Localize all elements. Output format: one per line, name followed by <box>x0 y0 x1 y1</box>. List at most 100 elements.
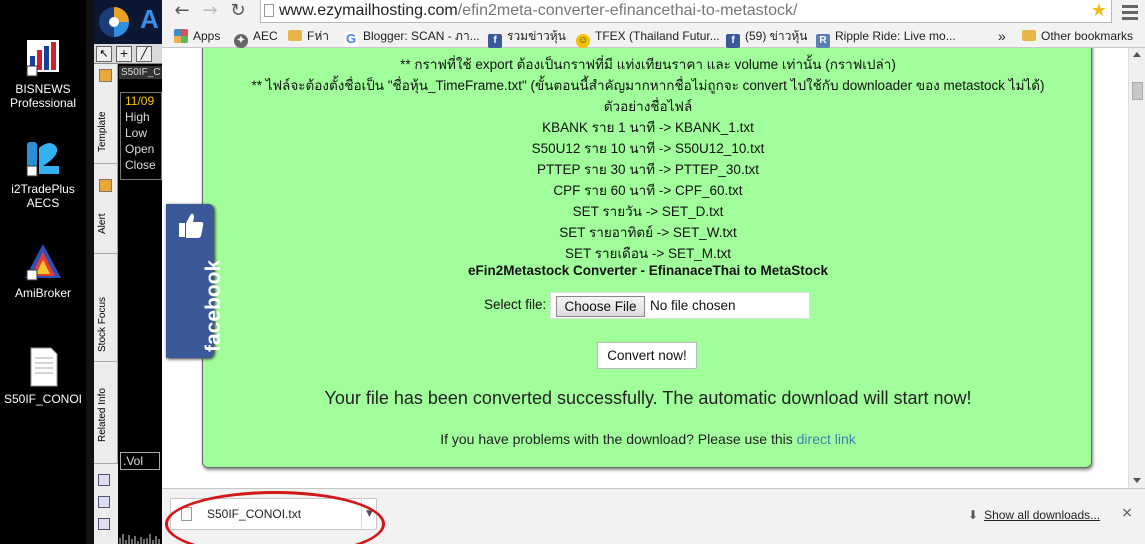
converter-heading: eFin2Metastock Converter - EfinanaceThai… <box>467 263 829 278</box>
bookmark-label: AEC <box>253 29 278 43</box>
volume-bars <box>119 534 160 544</box>
menu-icon[interactable] <box>1120 2 1140 22</box>
desktop-icon-label: BISNEWS <box>15 82 71 96</box>
desktop-icon-label: AECS <box>26 196 60 210</box>
file-icon <box>181 507 192 521</box>
alert-icon <box>99 179 112 192</box>
download-filename: S50IF_CONOI.txt <box>207 507 302 521</box>
bookmark-label: รวมข่าวหุ้น <box>507 29 566 43</box>
folder-icon <box>288 30 302 41</box>
desktop-icon-label: S50IF_CONOI <box>3 392 83 406</box>
smiley-icon: ☺ <box>576 34 590 48</box>
desktop-icon-i2tradeplus[interactable]: i2TradePlus AECS <box>0 136 86 210</box>
bookmark-label: Apps <box>193 29 221 43</box>
tab-related-info[interactable]: Related Info <box>94 364 118 464</box>
bookmark-apps[interactable]: Apps <box>174 28 220 44</box>
chart-tab[interactable]: S50IF_C <box>119 66 162 79</box>
show-all-downloads-link[interactable]: ⬇ Show all downloads... <box>968 508 1100 522</box>
bookmarks-overflow[interactable]: » <box>998 28 1006 44</box>
bookmark-ripple[interactable]: R Ripple Ride: Live mo... <box>816 28 956 48</box>
download-item[interactable]: S50IF_CONOI.txt ▼ <box>165 491 385 544</box>
bookmark-fb-59[interactable]: f (59) ข่าวหุ้น <box>726 28 808 48</box>
app-logo: A <box>94 0 162 44</box>
scroll-thumb[interactable] <box>1132 82 1143 100</box>
desktop-icon-label: AmiBroker <box>14 286 71 300</box>
forward-icon[interactable]: → <box>198 0 222 22</box>
browser-window: ← → ↻ www.ezymailhosting.com/efin2meta-c… <box>162 0 1145 544</box>
success-message: Your file has been converted successfull… <box>324 388 972 408</box>
converter-panel: ** กราฟที่ใช้ export ต้องเป็นกราฟที่มี แ… <box>202 48 1092 468</box>
bookmark-other[interactable]: Other bookmarks <box>1022 28 1133 44</box>
tab-label: Stock Focus <box>97 296 108 352</box>
close-icon[interactable]: × <box>1119 505 1135 521</box>
bookmark-label: Other bookmarks <box>1041 29 1134 43</box>
convert-button[interactable]: Convert now! <box>597 342 697 369</box>
bookmarks-bar: Apps ✦ AEC Fห่า G Blogger: SCAN - ภา... fร… <box>162 24 1145 48</box>
desktop-icon-label: Professional <box>9 96 77 110</box>
tab-alert[interactable]: Alert <box>94 174 118 254</box>
instruction-line: ** ไฟล์จะต้องตั้งชื่อเป็น "ชื่อหุ้น_Time… <box>251 78 1045 93</box>
ohlc-low: Low <box>125 126 148 140</box>
facebook-tab[interactable]: facebook <box>166 204 225 358</box>
scroll-down-icon[interactable] <box>1133 478 1141 483</box>
google-icon: G <box>344 31 358 46</box>
scroll-up-icon[interactable] <box>1133 52 1141 57</box>
bookmark-blogger[interactable]: G Blogger: SCAN - ภา... <box>344 28 480 46</box>
tab-label: Related Info <box>97 388 108 442</box>
bookmark-label: Fห่า <box>307 29 329 43</box>
bisnews-icon <box>26 40 59 77</box>
amibroker-icon <box>25 244 61 281</box>
save-icon[interactable] <box>98 496 110 508</box>
desktop-icon-bisnews[interactable]: BISNEWS Professional <box>0 36 86 110</box>
bookmark-label: (59) ข่าวหุ้น <box>745 29 808 43</box>
bookmark-label: TFEX (Thailand Futur... <box>595 29 720 43</box>
facebook-icon: f <box>488 34 502 48</box>
download-bar: S50IF_CONOI.txt ▼ ⬇ Show all downloads...… <box>162 488 1145 544</box>
choose-file-button[interactable]: Choose File <box>556 296 645 317</box>
bookmark-tfex[interactable]: ☺ TFEX (Thailand Futur... <box>576 28 720 48</box>
desktop-icon-s50if[interactable]: S50IF_CONOI <box>0 346 86 406</box>
direct-link[interactable]: direct link <box>797 431 856 447</box>
crosshair-tool-icon[interactable]: + <box>116 46 132 62</box>
tab-template[interactable]: Template <box>94 64 118 164</box>
back-icon[interactable]: ← <box>170 0 194 22</box>
screen: BISNEWS Professional i2TradePlus AECS Am… <box>0 0 1145 544</box>
i2tradeplus-icon <box>26 142 59 177</box>
ohlc-high: High <box>125 110 150 124</box>
show-all-label: Show all downloads... <box>984 508 1101 522</box>
tab-stock-focus[interactable]: Stock Focus <box>94 256 118 362</box>
apps-grid-icon <box>174 29 188 43</box>
reload-icon[interactable]: ↻ <box>226 0 250 22</box>
bookmark-aec[interactable]: ✦ AEC <box>234 28 278 48</box>
pointer-tool-icon[interactable]: ↖ <box>96 46 112 62</box>
bookmark-folder[interactable]: Fห่า <box>288 28 329 44</box>
page-icon <box>264 4 274 17</box>
select-file-label: Select file: <box>484 297 547 312</box>
text-file-icon <box>30 347 58 387</box>
bookmark-news-fb[interactable]: f รวมข่าวหุ้น <box>488 28 566 48</box>
desktop: BISNEWS Professional i2TradePlus AECS Am… <box>0 0 86 544</box>
url-path: /efin2meta-converter-efinancethai-to-met… <box>457 2 798 19</box>
thumbs-up-icon <box>179 213 204 238</box>
tab-label: Template <box>97 111 108 152</box>
instruction-line: ตัวอย่างชื่อไฟล์ <box>603 99 693 114</box>
address-bar[interactable]: www.ezymailhosting.com/efin2meta-convert… <box>260 0 1112 23</box>
line-tool-icon[interactable]: ╱ <box>136 46 152 62</box>
bookmark-star-icon[interactable]: ★ <box>1088 0 1110 22</box>
open-icon[interactable] <box>98 518 110 530</box>
url-host: www.ezymailhosting.com <box>279 2 458 19</box>
browser-toolbar: ← → ↻ www.ezymailhosting.com/efin2meta-c… <box>162 0 1145 24</box>
chart-area[interactable]: S50IF_C 11/09 High Low Open Close .Vol <box>118 64 162 544</box>
facebook-icon: f <box>726 34 740 48</box>
desktop-icon-amibroker[interactable]: AmiBroker <box>0 240 86 300</box>
bookmark-label: Blogger: SCAN - ภา... <box>363 29 480 43</box>
example-line: SET รายเดือน -> SET_M.txt <box>564 246 732 261</box>
facebook-label: facebook <box>202 259 225 352</box>
ripple-icon: R <box>816 34 830 48</box>
file-input[interactable]: Choose File No file chosen <box>550 292 810 319</box>
app-logo-letter: A <box>140 4 159 34</box>
bookmark-label: Ripple Ride: Live mo... <box>835 29 956 43</box>
new-icon[interactable] <box>98 474 110 486</box>
vertical-scrollbar[interactable] <box>1128 48 1145 488</box>
chevron-down-icon[interactable]: ▼ <box>361 499 377 529</box>
